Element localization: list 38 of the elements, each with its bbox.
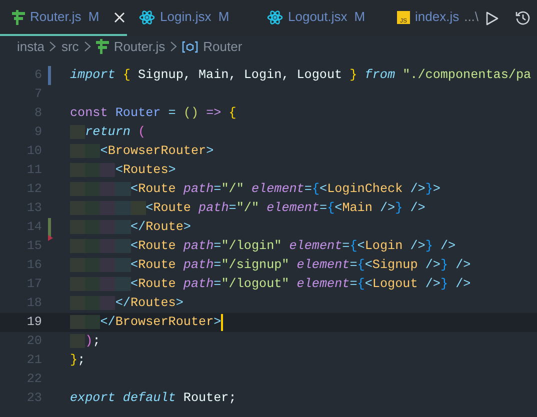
- code-line: import { Signup, Main, Login, Logout } from "./componentas/pa: [70, 67, 532, 84]
- code-line: );: [70, 332, 100, 351]
- run-icon[interactable]: [485, 10, 499, 26]
- line-number: 19: [26, 314, 42, 331]
- code-line: <Route path="/login" element={<Login />} />: [70, 237, 456, 256]
- code-line: };: [70, 352, 86, 369]
- close-icon[interactable]: [114, 12, 126, 22]
- signpost-icon: [12, 10, 25, 24]
- chevron-icon: [49, 41, 56, 52]
- atom-icon: [139, 10, 155, 24]
- code-line: <Route path="/" element={<LoginCheck />}>: [70, 180, 440, 199]
- chevron-icon: [84, 41, 91, 52]
- code-line: </BrowserRouter>: [70, 313, 222, 332]
- git-deletion-marker: [48, 235, 53, 241]
- breadcrumb-item[interactable]: insta: [17, 36, 44, 56]
- code-line: </Route>: [70, 218, 191, 237]
- code-line: const Router = () => {: [70, 105, 236, 122]
- git-change-bar: [48, 66, 51, 85]
- code-line: <Route path="/logout" element={<Logout />} />: [70, 275, 471, 294]
- breadcrumb-item[interactable]: src: [61, 36, 79, 56]
- code-line: <BrowserRouter>: [70, 142, 214, 161]
- atom-icon: [267, 10, 283, 24]
- editor-tab[interactable]: Login.jsx M: [127, 0, 255, 36]
- code-line: export default Router;: [70, 390, 236, 407]
- code-line: <Routes>: [70, 161, 176, 180]
- breadcrumb-item[interactable]: Router: [203, 36, 242, 56]
- breadcrumb-item[interactable]: Router.js: [114, 36, 166, 56]
- history-icon[interactable]: [515, 10, 531, 26]
- code-line: </Routes>: [70, 294, 184, 313]
- chevron-icon: [170, 41, 178, 52]
- signpost-icon: [96, 39, 109, 54]
- code-line: <Route path="/signup" element={<Signup />} />: [70, 256, 471, 275]
- code-line: <Route path="/" element={<Main />} />: [70, 199, 426, 218]
- code-line: return (: [70, 123, 146, 142]
- symbol-icon: [182, 40, 198, 52]
- editor-tab[interactable]: Logout.jsx M: [255, 0, 385, 36]
- git-change-bar: [48, 218, 51, 237]
- editor-tab[interactable]: Router.js M: [0, 0, 127, 36]
